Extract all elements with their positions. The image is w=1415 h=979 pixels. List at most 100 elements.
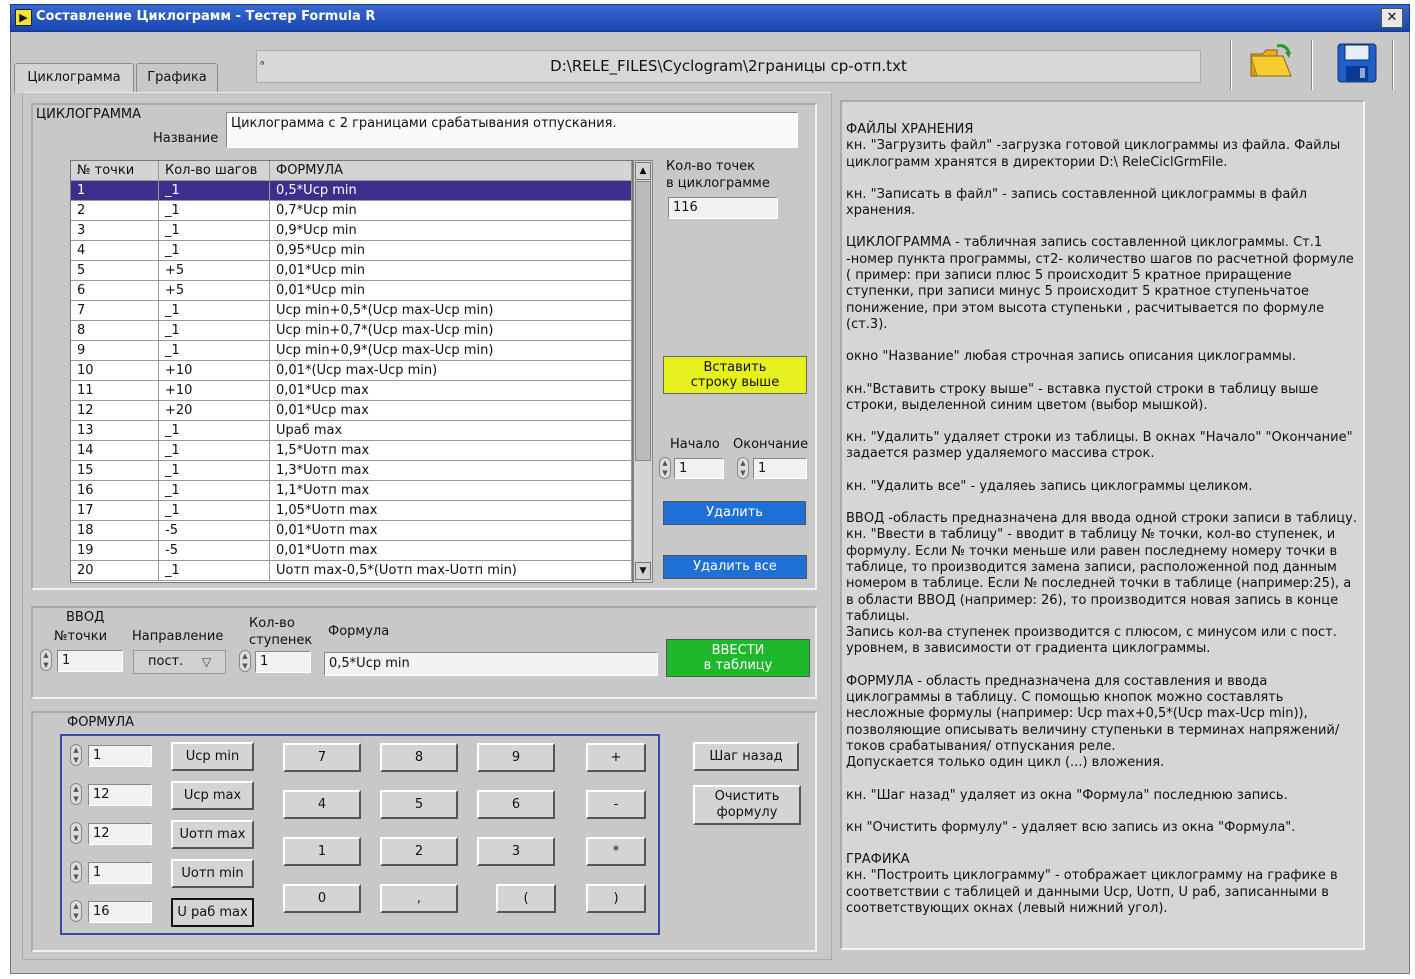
formula-cell[interactable]: 0,01*Uср max	[270, 401, 632, 420]
table-row[interactable]: 2 _1 0,7*Uср min	[71, 201, 632, 221]
point-number-input[interactable]: 1	[57, 650, 123, 672]
point-spinner-icon[interactable]: ▲ ▼	[40, 649, 52, 671]
formula-cell[interactable]: 0,01*Uотп max	[270, 521, 632, 540]
column-header-formula[interactable]: ФОРМУЛА	[270, 161, 632, 181]
uotp-max-button[interactable]: Uотп max	[171, 820, 254, 849]
steps-cell[interactable]: _1	[159, 201, 270, 220]
steps-cell[interactable]: _1	[159, 461, 270, 480]
value-spinner-icon[interactable]: ▲ ▼	[70, 900, 82, 922]
floppy-disk-icon[interactable]	[1334, 42, 1380, 84]
key-button[interactable]: )	[586, 884, 646, 913]
formula-input[interactable]: 0,5*Uср min	[324, 652, 658, 676]
voltage-value-input[interactable]: 12	[88, 823, 152, 845]
point-cell[interactable]: 1	[71, 181, 159, 200]
formula-cell[interactable]: 0,95*Uср min	[270, 241, 632, 260]
formula-cell[interactable]: Uср min+0,9*(Uср max-Uср min)	[270, 341, 632, 360]
steps-cell[interactable]: _1	[159, 241, 270, 260]
steps-cell[interactable]: _1	[159, 561, 270, 580]
enter-into-table-button[interactable]: ВВЕСТИ в таблицу	[666, 639, 810, 677]
voltage-value-input[interactable]: 1	[88, 745, 152, 767]
formula-cell[interactable]: 1,1*Uотп max	[270, 481, 632, 500]
point-cell[interactable]: 13	[71, 421, 159, 440]
cyclogram-table[interactable]: № точки Кол-во шагов ФОРМУЛА 1 _1 0,5*Uср …	[70, 160, 633, 583]
steps-cell[interactable]: +10	[159, 361, 270, 380]
formula-cell[interactable]: 0,01*Uср min	[270, 261, 632, 280]
formula-cell[interactable]: Uотп max-0,5*(Uотп max-Uотп min)	[270, 561, 632, 580]
point-cell[interactable]: 5	[71, 261, 159, 280]
formula-cell[interactable]: Uраб max	[270, 421, 632, 440]
point-cell[interactable]: 3	[71, 221, 159, 240]
start-input[interactable]: 1	[674, 458, 724, 479]
point-cell[interactable]: 10	[71, 361, 159, 380]
value-spinner-icon[interactable]: ▲ ▼	[70, 783, 82, 805]
point-cell[interactable]: 7	[71, 301, 159, 320]
voltage-value-input[interactable]: 1	[88, 862, 152, 884]
close-button[interactable]: ✕	[1381, 8, 1403, 28]
tab-graphics[interactable]: Графика	[136, 63, 218, 93]
start-spinner-icon[interactable]: ▲ ▼	[659, 457, 671, 479]
point-cell[interactable]: 17	[71, 501, 159, 520]
point-cell[interactable]: 12	[71, 401, 159, 420]
point-cell[interactable]: 11	[71, 381, 159, 400]
point-cell[interactable]: 8	[71, 321, 159, 340]
table-row[interactable]: 17 _1 1,05*Uотп max	[71, 501, 632, 521]
point-cell[interactable]: 19	[71, 541, 159, 560]
steps-cell[interactable]: _1	[159, 481, 270, 500]
scroll-thumb[interactable]	[635, 181, 651, 461]
value-spinner-icon[interactable]: ▲ ▼	[70, 822, 82, 844]
end-input[interactable]: 1	[753, 458, 807, 479]
steps-cell[interactable]: +10	[159, 381, 270, 400]
ucp-min-button[interactable]: Uср min	[171, 742, 254, 771]
end-spinner-icon[interactable]: ▲ ▼	[737, 457, 749, 479]
key-button[interactable]: 7	[283, 743, 361, 772]
table-row[interactable]: 9 _1 Uср min+0,9*(Uср max-Uср min)	[71, 341, 632, 361]
insert-row-button[interactable]: Вставить строку выше	[663, 356, 807, 394]
table-row[interactable]: 4 _1 0,95*Uср min	[71, 241, 632, 261]
steps-cell[interactable]: +20	[159, 401, 270, 420]
point-cell[interactable]: 20	[71, 561, 159, 580]
ucp-max-button[interactable]: Uср max	[171, 781, 254, 810]
scroll-down-icon[interactable]: ▼	[635, 562, 651, 580]
steps-cell[interactable]: -5	[159, 521, 270, 540]
key-button[interactable]: -	[586, 790, 646, 819]
delete-all-button[interactable]: Удалить все	[663, 555, 807, 579]
steps-cell[interactable]: _1	[159, 341, 270, 360]
key-button[interactable]: ,	[380, 884, 458, 913]
key-button[interactable]: 3	[477, 837, 555, 866]
key-button[interactable]: 6	[477, 790, 555, 819]
steps-cell[interactable]: _1	[159, 421, 270, 440]
direction-dropdown[interactable]: пост. ▽	[133, 650, 226, 674]
key-button[interactable]: 2	[380, 837, 458, 866]
tab-cyclogram[interactable]: Циклограмма	[14, 63, 134, 93]
table-row[interactable]: 3 _1 0,9*Uср min	[71, 221, 632, 241]
formula-cell[interactable]: 0,01*Uср min	[270, 281, 632, 300]
steps-cell[interactable]: _1	[159, 221, 270, 240]
formula-cell[interactable]: 1,3*Uотп max	[270, 461, 632, 480]
table-row[interactable]: 7 _1 Uср min+0,5*(Uср max-Uср min)	[71, 301, 632, 321]
table-row[interactable]: 10 +10 0,01*(Uср max-Uср min)	[71, 361, 632, 381]
key-button[interactable]: 0	[283, 884, 361, 913]
column-header-steps[interactable]: Кол-во шагов	[159, 161, 270, 181]
formula-cell[interactable]: 0,01*(Uср max-Uср min)	[270, 361, 632, 380]
key-button[interactable]: 9	[477, 743, 555, 772]
folder-open-icon[interactable]	[1247, 42, 1295, 82]
steps-cell[interactable]: _1	[159, 301, 270, 320]
table-row[interactable]: 19 -5 0,01*Uотп max	[71, 541, 632, 561]
steps-spinner-icon[interactable]: ▲ ▼	[239, 650, 251, 672]
scroll-up-icon[interactable]: ▲	[635, 162, 651, 180]
table-row[interactable]: 11 +10 0,01*Uср max	[71, 381, 632, 401]
name-field[interactable]: Циклограмма с 2 границами срабатывания о…	[226, 112, 798, 148]
clear-formula-button[interactable]: Очистить формулу	[693, 785, 801, 825]
point-cell[interactable]: 16	[71, 481, 159, 500]
point-cell[interactable]: 2	[71, 201, 159, 220]
table-row[interactable]: 14 _1 1,5*Uотп max	[71, 441, 632, 461]
table-row[interactable]: 15 _1 1,3*Uотп max	[71, 461, 632, 481]
steps-input[interactable]: 1	[255, 651, 311, 673]
point-cell[interactable]: 15	[71, 461, 159, 480]
formula-cell[interactable]: 0,5*Uср min	[270, 181, 632, 200]
formula-cell[interactable]: 1,05*Uотп max	[270, 501, 632, 520]
table-row[interactable]: 16 _1 1,1*Uотп max	[71, 481, 632, 501]
table-row[interactable]: 8 _1 Uср min+0,7*(Uср max-Uср min)	[71, 321, 632, 341]
steps-cell[interactable]: +5	[159, 281, 270, 300]
key-button[interactable]: +	[586, 743, 646, 772]
